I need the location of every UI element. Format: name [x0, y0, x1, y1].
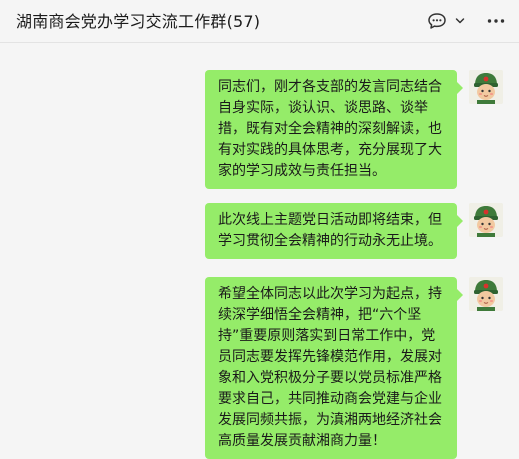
- soldier-avatar-icon: [469, 277, 503, 311]
- message-bubble[interactable]: 此次线上主题党日活动即将结束，但学习贯彻全会精神的行动永无止境。: [205, 203, 463, 259]
- soldier-avatar-icon: [469, 203, 503, 237]
- user-avatar[interactable]: [469, 203, 503, 237]
- chat-header: 湖南商会党办学习交流工作群(57): [0, 0, 519, 43]
- user-avatar[interactable]: [469, 70, 503, 104]
- message-list[interactable]: 同志们，刚才各支部的发言同志结合自身实际，谈认识、谈思路、谈举措，既有对全会精神…: [0, 44, 519, 459]
- more-button[interactable]: [487, 10, 505, 32]
- chat-title: 湖南商会党办学习交流工作群(57): [16, 12, 261, 31]
- header-actions: [427, 10, 505, 32]
- user-avatar[interactable]: [469, 277, 503, 311]
- chevron-down-icon: [455, 18, 465, 24]
- chat-bubble-icon: [428, 13, 446, 29]
- more-dots-icon: [487, 19, 505, 23]
- soldier-avatar-icon: [469, 70, 503, 104]
- dropdown-button[interactable]: [455, 10, 465, 32]
- message-bubble[interactable]: 同志们，刚才各支部的发言同志结合自身实际，谈认识、谈思路、谈举措，既有对全会精神…: [205, 70, 463, 189]
- chat-bubble-button[interactable]: [427, 10, 447, 32]
